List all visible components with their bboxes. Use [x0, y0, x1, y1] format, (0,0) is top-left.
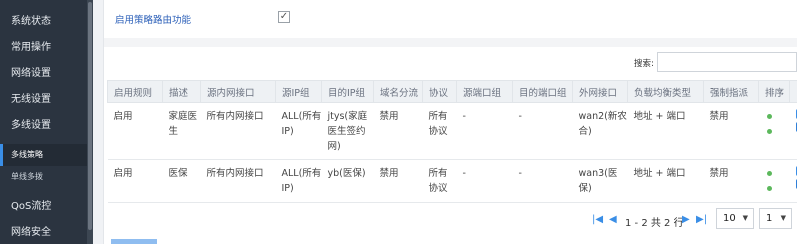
- cell-lb-type: 地址 + 端口: [627, 102, 704, 160]
- table-header-row: 启用规则 描述 源内网接口 源IP组 目的IP组 域名分流 协议 源端口组 目的…: [107, 80, 797, 103]
- action-button[interactable]: [111, 239, 157, 244]
- col-protocol[interactable]: 协议: [422, 80, 457, 103]
- cell-dst-port: -: [512, 159, 573, 203]
- cell-actions: ✎ ✕: [789, 159, 797, 203]
- sidebar-item-wireless[interactable]: 无线设置: [0, 87, 87, 113]
- cell-sort: [758, 159, 790, 203]
- pagination-info: 1 - 2 共 2 行: [625, 218, 684, 229]
- sidebar-scrollbar[interactable]: [87, 0, 93, 244]
- col-domain[interactable]: 域名分流: [373, 80, 423, 103]
- cell-dst-port: -: [512, 102, 573, 160]
- cell-sort: [758, 102, 790, 160]
- cell-domain: 禁用: [373, 159, 423, 203]
- col-sort[interactable]: 排序: [758, 80, 790, 103]
- col-src-ip[interactable]: 源IP组: [275, 80, 322, 103]
- cell-lb-type: 地址 + 端口: [627, 159, 704, 203]
- cell-wan: wan3(医保): [572, 159, 628, 203]
- table-row: 启用 家庭医生 所有内网接口 ALL(所有IP) jtys(家庭医生签约网) 禁…: [107, 102, 797, 160]
- cell-force: 禁用: [703, 102, 759, 160]
- cell-force: 禁用: [703, 159, 759, 203]
- prev-page-icon[interactable]: ◀: [609, 214, 617, 226]
- page-value: 1: [766, 213, 773, 224]
- feature-row: 启用策略路由功能 ✓: [104, 0, 797, 38]
- page-size-value: 10: [723, 213, 736, 224]
- sidebar-item-qos[interactable]: QoS流控: [0, 194, 87, 220]
- policy-routing-checkbox[interactable]: ✓: [278, 11, 290, 23]
- cell-desc: 家庭医生: [162, 102, 201, 160]
- sidebar-item-system-status[interactable]: 系统状态: [0, 9, 87, 35]
- col-force[interactable]: 强制指派: [703, 80, 759, 103]
- sidebar-item-multiline[interactable]: 多线设置: [0, 113, 87, 139]
- cell-src-port: -: [456, 102, 513, 160]
- col-lb-type[interactable]: 负载均衡类型: [627, 80, 704, 103]
- cell-dst-ip: jtys(家庭医生签约网): [321, 102, 374, 160]
- sort-up-icon[interactable]: [766, 114, 772, 119]
- cell-dst-ip: yb(医保): [321, 159, 374, 203]
- col-actions: [789, 80, 797, 103]
- main-panel: 启用策略路由功能 ✓ 搜索: 启用规则 描述 源内网接口 源IP组 目的IP组 …: [103, 0, 797, 244]
- col-desc[interactable]: 描述: [162, 80, 201, 103]
- rules-table: 启用规则 描述 源内网接口 源IP组 目的IP组 域名分流 协议 源端口组 目的…: [107, 80, 797, 203]
- last-page-icon[interactable]: ▶|: [696, 214, 707, 226]
- cell-protocol: 所有协议: [422, 159, 457, 203]
- sidebar-scrollbar-thumb[interactable]: [88, 2, 92, 230]
- chevron-down-icon: ▼: [780, 214, 786, 222]
- col-dst-port[interactable]: 目的端口组: [512, 80, 573, 103]
- col-src-iface[interactable]: 源内网接口: [200, 80, 276, 103]
- cell-protocol: 所有协议: [422, 102, 457, 160]
- cell-desc: 医保: [162, 159, 201, 203]
- cell-src-ip: ALL(所有IP): [275, 159, 322, 203]
- sidebar-item-network[interactable]: 网络设置: [0, 61, 87, 87]
- chevron-down-icon: ▼: [742, 214, 748, 222]
- sidebar-subitem-multiline-policy[interactable]: 多线策略: [0, 144, 87, 166]
- next-page-icon[interactable]: ▶: [682, 214, 690, 226]
- col-src-port[interactable]: 源端口组: [456, 80, 513, 103]
- search-label: 搜索:: [634, 59, 654, 69]
- sidebar-subitem-single-multidial[interactable]: 单线多拨: [0, 166, 87, 188]
- cell-src-port: -: [456, 159, 513, 203]
- cell-src-iface: 所有内网接口: [200, 159, 276, 203]
- cell-src-iface: 所有内网接口: [200, 102, 276, 160]
- sort-down-icon[interactable]: [766, 186, 772, 191]
- first-page-icon[interactable]: |◀: [592, 214, 603, 226]
- search-input[interactable]: [657, 52, 797, 72]
- sidebar: 系统状态 常用操作 网络设置 无线设置 多线设置 多线策略 单线多拨 QoS流控…: [0, 0, 93, 244]
- page-size-select[interactable]: 10 ▼: [716, 208, 754, 229]
- cell-src-ip: ALL(所有IP): [275, 102, 322, 160]
- policy-routing-label: 启用策略路由功能: [115, 15, 192, 26]
- sidebar-item-common-ops[interactable]: 常用操作: [0, 35, 87, 61]
- cell-enabled: 启用: [107, 159, 163, 203]
- separator: [104, 38, 797, 47]
- col-enabled[interactable]: 启用规则: [107, 80, 163, 103]
- cell-wan: wan2(新农合): [572, 102, 628, 160]
- table-row: 启用 医保 所有内网接口 ALL(所有IP) yb(医保) 禁用 所有协议 - …: [107, 159, 797, 203]
- col-dst-ip[interactable]: 目的IP组: [321, 80, 374, 103]
- page-select[interactable]: 1 ▼: [759, 208, 792, 229]
- col-wan[interactable]: 外网接口: [572, 80, 628, 103]
- sort-down-icon[interactable]: [766, 129, 772, 134]
- cell-enabled: 启用: [107, 102, 163, 160]
- cell-actions: ✎ ✕: [789, 102, 797, 160]
- sidebar-item-security[interactable]: 网络安全: [0, 220, 87, 244]
- sort-up-icon[interactable]: [766, 171, 772, 176]
- cell-domain: 禁用: [373, 102, 423, 160]
